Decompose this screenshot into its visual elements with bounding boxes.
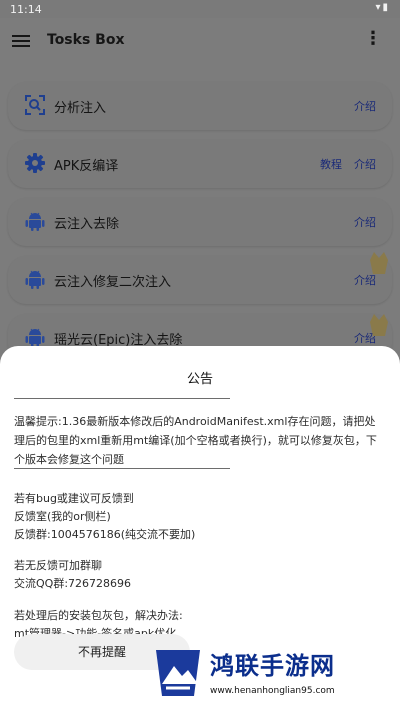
intro-link[interactable]: 介绍 bbox=[354, 156, 376, 172]
group-block: 若无反馈可加群聊 交流QQ群:726728696 bbox=[14, 557, 386, 593]
feedback-block: 若有bug或建议可反馈到 反馈室(我的or侧栏) 反馈群:1004576186(… bbox=[14, 490, 386, 544]
android-icon bbox=[25, 212, 45, 231]
cat-sticker-icon bbox=[370, 252, 388, 274]
watermark: 鸿联手游网 www.henanhonglian95.com bbox=[150, 642, 400, 702]
intro-link[interactable]: 介绍 bbox=[354, 214, 376, 230]
feedback-line: 反馈群:1004576186(纯交流不要加) bbox=[14, 528, 196, 541]
list-item-apk-decompile[interactable]: APK反编译 教程 介绍 bbox=[8, 140, 392, 188]
warning-text: 温馨提示:1.36最新版本修改后的AndroidManifest.xml存在问题… bbox=[14, 415, 377, 466]
list-item-analyze-injection[interactable]: 分析注入 介绍 bbox=[8, 82, 392, 130]
status-bar: 11:14 ▾▮ bbox=[0, 0, 400, 18]
watermark-logo-icon bbox=[156, 650, 200, 696]
menu-icon[interactable] bbox=[12, 32, 30, 50]
watermark-name: 鸿联手游网 bbox=[210, 652, 335, 680]
android-icon bbox=[25, 270, 45, 289]
battery-icon: ▮ bbox=[382, 2, 390, 13]
cat-sticker-icon bbox=[370, 314, 388, 336]
more-options-icon[interactable]: ⋮ bbox=[364, 30, 382, 48]
divider bbox=[14, 398, 230, 399]
intro-link[interactable]: 介绍 bbox=[354, 98, 376, 114]
group-line: 若无反馈可加群聊 bbox=[14, 559, 102, 572]
feedback-line: 若有bug或建议可反馈到 bbox=[14, 492, 134, 505]
app-title: Tosks Box bbox=[47, 32, 125, 48]
feedback-line: 反馈室(我的or侧栏) bbox=[14, 510, 111, 523]
group-line: 交流QQ群:726728696 bbox=[14, 577, 132, 590]
scan-search-icon bbox=[25, 95, 45, 115]
android-icon bbox=[25, 328, 45, 347]
list-item-label: APK反编译 bbox=[54, 159, 119, 174]
fix-line: 若处理后的安装包灰包，解决办法: bbox=[14, 609, 183, 622]
gear-icon bbox=[25, 153, 45, 173]
list-item-label: 云注入去除 bbox=[54, 217, 120, 232]
divider bbox=[14, 468, 230, 469]
status-icons: ▾▮ bbox=[375, 2, 390, 13]
status-time: 11:14 bbox=[10, 3, 42, 16]
watermark-url: www.henanhonglian95.com bbox=[208, 686, 337, 696]
list-item-cloud-injection-fix[interactable]: 云注入修复二次注入 介绍 bbox=[8, 256, 392, 304]
tutorial-link[interactable]: 教程 bbox=[320, 156, 342, 172]
list-item-cloud-injection-removal[interactable]: 云注入去除 介绍 bbox=[8, 198, 392, 246]
app-bar: Tosks Box ⋮ bbox=[0, 18, 400, 66]
dialog-title: 公告 bbox=[186, 372, 213, 387]
list-item-label: 分析注入 bbox=[54, 101, 107, 116]
list-item-label: 云注入修复二次注入 bbox=[54, 275, 172, 290]
